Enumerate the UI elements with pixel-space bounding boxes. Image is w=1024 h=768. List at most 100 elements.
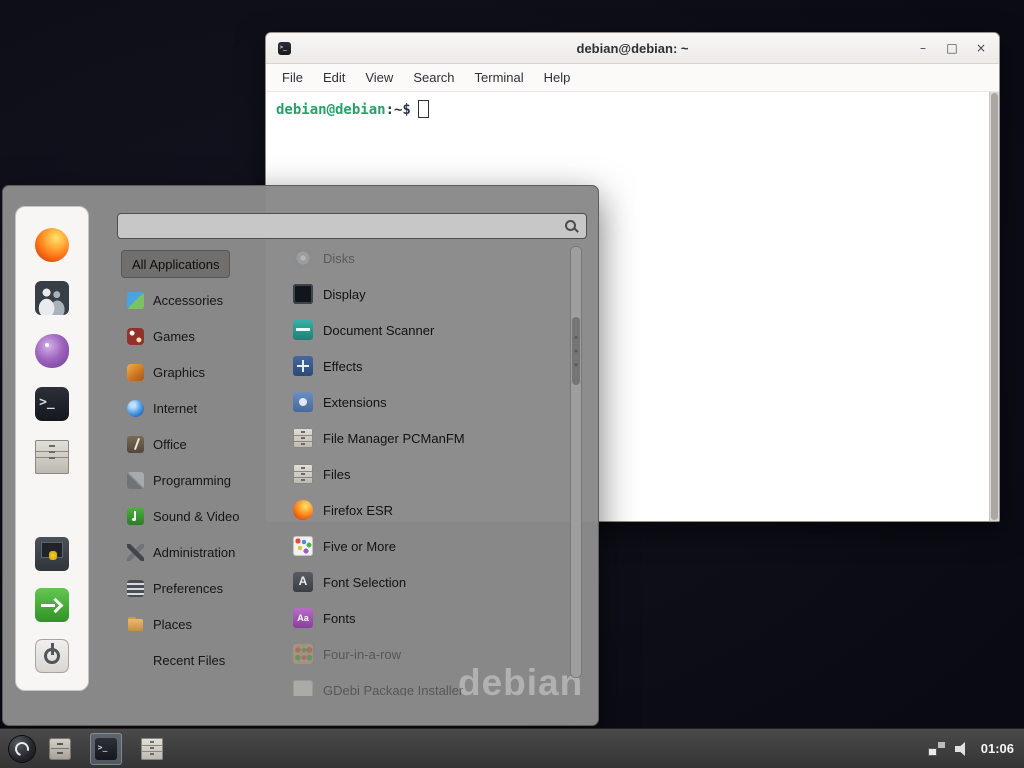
category-label: Administration: [153, 545, 235, 560]
app-document-scanner[interactable]: Document Scanner: [285, 312, 571, 348]
menubar-item[interactable]: Terminal: [465, 67, 534, 88]
app-extensions[interactable]: Extensions: [285, 384, 571, 420]
terminal-icon: [95, 738, 117, 760]
favorite-pidgin[interactable]: [34, 333, 70, 369]
preferences-icon: [127, 580, 144, 597]
favorite-file-manager[interactable]: [34, 439, 70, 475]
app-files[interactable]: Files: [285, 456, 571, 492]
search-bar[interactable]: [117, 213, 587, 239]
menubar-item[interactable]: View: [355, 67, 403, 88]
app-gdebi-package-installer[interactable]: GDebi Package Installer: [285, 672, 571, 696]
category-recent-files[interactable]: Recent Files: [121, 642, 283, 678]
category-all-applications[interactable]: All Applications: [121, 250, 230, 278]
terminal-scrollbar-thumb[interactable]: [991, 93, 998, 520]
programming-icon: [127, 472, 144, 489]
category-preferences[interactable]: Preferences: [121, 570, 283, 606]
app-fonts[interactable]: Fonts: [285, 600, 571, 636]
category-accessories[interactable]: Accessories: [121, 282, 283, 318]
office-icon: [127, 436, 144, 453]
system-tray: 01:06: [929, 741, 1018, 756]
app-label: Five or More: [323, 539, 396, 554]
close-icon[interactable]: ×: [973, 39, 989, 57]
category-label: Programming: [153, 473, 231, 488]
files-icon: [141, 738, 163, 760]
app-display[interactable]: Display: [285, 276, 571, 312]
category-label: Recent Files: [153, 653, 225, 668]
app-effects[interactable]: Effects: [285, 348, 571, 384]
terminal-titlebar[interactable]: debian@debian: ~ – □ ×: [266, 33, 999, 64]
drawer-icon: [49, 738, 71, 760]
menubar-item-label: File: [282, 70, 303, 85]
four-in-a-row-icon: [293, 644, 313, 664]
category-sound-video[interactable]: Sound & Video: [121, 498, 283, 534]
menubar-item[interactable]: Help: [534, 67, 581, 88]
prompt-user-host: debian@debian: [276, 102, 386, 118]
taskbar-file-manager[interactable]: [44, 733, 76, 765]
category-games[interactable]: Games: [121, 318, 283, 354]
app-firefox-esr[interactable]: Firefox ESR: [285, 492, 571, 528]
favorite-logout[interactable]: [34, 587, 70, 623]
category-internet[interactable]: Internet: [121, 390, 283, 426]
terminal-title: debian@debian: ~: [266, 41, 999, 56]
places-icon: [127, 616, 144, 633]
apps-scrollbar[interactable]: [570, 246, 582, 678]
search-input[interactable]: [118, 214, 564, 238]
category-office[interactable]: Office: [121, 426, 283, 462]
debian-swirl-icon: [9, 736, 35, 762]
category-graphics[interactable]: Graphics: [121, 354, 283, 390]
favorites-session: [34, 536, 70, 674]
clock[interactable]: 01:06: [981, 741, 1014, 756]
app-file-manager-pcmanfm[interactable]: File Manager PCManFM: [285, 420, 571, 456]
category-label: Games: [153, 329, 195, 344]
category-places[interactable]: Places: [121, 606, 283, 642]
menubar-item[interactable]: Search: [403, 67, 464, 88]
menubar-item-label: Search: [413, 70, 454, 85]
favorite-firefox[interactable]: [34, 227, 70, 263]
menu-button[interactable]: [6, 733, 38, 765]
effects-icon: [293, 356, 313, 376]
app-font-selection[interactable]: Font Selection: [285, 564, 571, 600]
app-label: Extensions: [323, 395, 387, 410]
minimize-icon[interactable]: –: [915, 39, 931, 57]
apps-scrollbar-thumb[interactable]: [572, 317, 580, 385]
app-label: File Manager PCManFM: [323, 431, 465, 446]
lock-screen-icon: [35, 537, 69, 571]
favorite-shutdown[interactable]: [34, 638, 70, 674]
terminal-scrollbar[interactable]: [989, 92, 999, 521]
app-label: Firefox ESR: [323, 503, 393, 518]
menubar-item-label: Terminal: [475, 70, 524, 85]
terminal-cursor: [418, 100, 429, 118]
taskbar-files[interactable]: [136, 733, 168, 765]
app-four-in-a-row[interactable]: Four-in-a-row: [285, 636, 571, 672]
category-label: Graphics: [153, 365, 205, 380]
app-disks[interactable]: Disks: [285, 240, 571, 276]
file-manager-icon: [293, 428, 313, 448]
app-label: Fonts: [323, 611, 356, 626]
maximize-icon[interactable]: □: [944, 39, 960, 57]
taskbar-terminal[interactable]: [90, 733, 122, 765]
app-label: Font Selection: [323, 575, 406, 590]
favorite-lock-screen[interactable]: [34, 536, 70, 572]
favorite-terminal[interactable]: [34, 386, 70, 422]
volume-icon[interactable]: [955, 742, 971, 756]
application-menu: debian: [2, 185, 599, 726]
network-icon[interactable]: [929, 742, 945, 755]
games-icon: [127, 328, 144, 345]
app-label: Display: [323, 287, 366, 302]
app-label: Disks: [323, 251, 355, 266]
category-label: Sound & Video: [153, 509, 240, 524]
internet-icon: [127, 400, 144, 417]
document-scanner-icon: [293, 320, 313, 340]
extensions-icon: [293, 392, 313, 412]
category-programming[interactable]: Programming: [121, 462, 283, 498]
menubar-item-label: View: [365, 70, 393, 85]
menubar-item-label: Edit: [323, 70, 345, 85]
menubar-item[interactable]: File: [272, 67, 313, 88]
favorite-users[interactable]: [34, 280, 70, 316]
menubar-item[interactable]: Edit: [313, 67, 355, 88]
display-icon: [293, 284, 313, 304]
category-label: Accessories: [153, 293, 223, 308]
prompt-path: :~$: [386, 102, 411, 118]
category-administration[interactable]: Administration: [121, 534, 283, 570]
app-five-or-more[interactable]: Five or More: [285, 528, 571, 564]
